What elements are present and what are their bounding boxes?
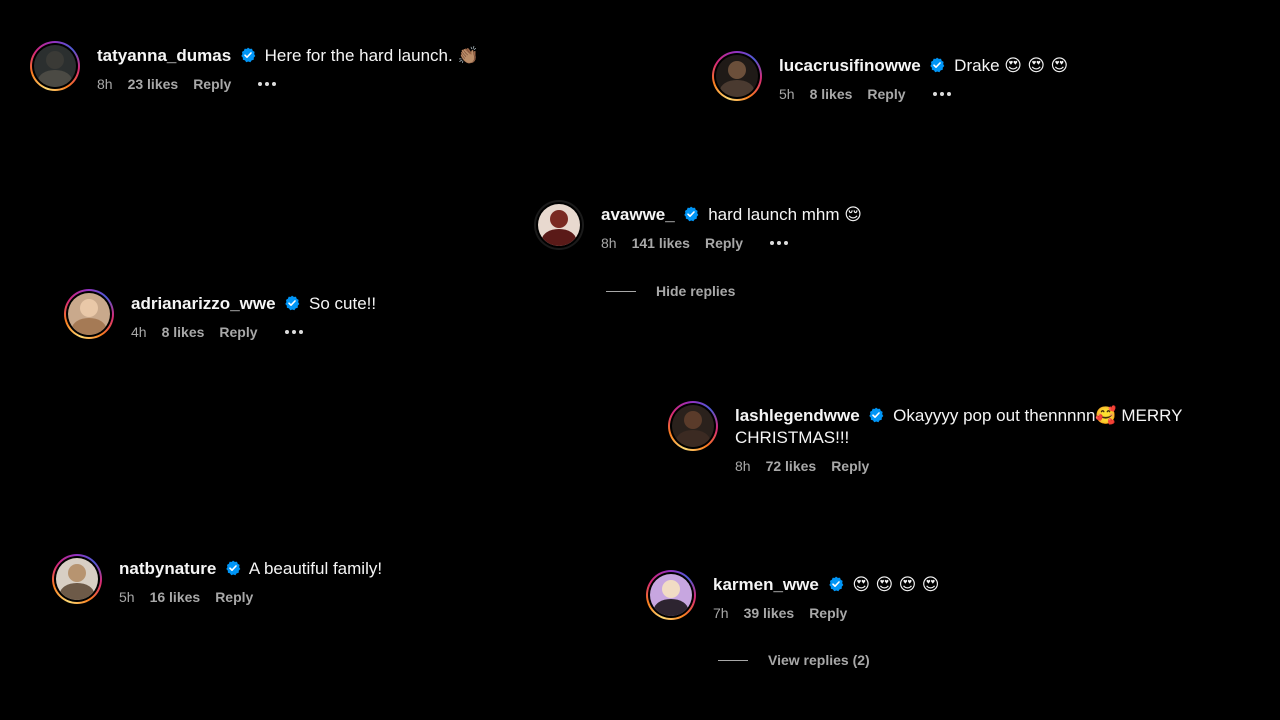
comment-time: 7h xyxy=(713,605,729,621)
verified-badge-icon xyxy=(869,407,884,423)
verified-badge-icon xyxy=(285,295,300,311)
comment-username[interactable]: tatyanna_dumas xyxy=(97,46,231,65)
likes-count[interactable]: 16 likes xyxy=(150,589,201,605)
comment-text: Here for the hard launch. xyxy=(264,46,453,65)
comment-avawwe: avawwe_ hard launch mhm 😌 8h 141 likes R… xyxy=(534,200,862,251)
view-replies-label: View replies (2) xyxy=(768,652,870,668)
more-options-icon[interactable] xyxy=(770,241,789,245)
verified-badge-icon xyxy=(684,206,699,222)
likes-count[interactable]: 8 likes xyxy=(810,86,853,102)
comment-text: A beautiful family! xyxy=(248,559,383,578)
avatar[interactable] xyxy=(646,570,696,620)
reply-button[interactable]: Reply xyxy=(215,589,253,605)
comment-time: 8h xyxy=(601,235,617,251)
verified-badge-icon xyxy=(226,560,241,576)
comments-canvas: tatyanna_dumas Here for the hard launch.… xyxy=(0,0,1280,720)
comment-text: Okayyyy pop out thennnnn xyxy=(893,406,1096,425)
comment-tatyanna-dumas: tatyanna_dumas Here for the hard launch.… xyxy=(30,41,479,92)
verified-badge-icon xyxy=(828,576,843,592)
comment-lashlegendwwe: lashlegendwwe Okayyyy pop out thennnnn🥰 … xyxy=(668,401,1205,474)
reply-button[interactable]: Reply xyxy=(809,605,847,621)
comment-adrianarizzo-wwe: adrianarizzo_wwe So cute!! 4h 8 likes Re… xyxy=(64,289,376,340)
avatar[interactable] xyxy=(712,51,762,101)
avatar[interactable] xyxy=(64,289,114,339)
comment-lucacrusifinowwe: lucacrusifinowwe Drake 😍 😍 😍 5h 8 likes … xyxy=(712,51,1068,102)
more-options-icon[interactable] xyxy=(932,92,951,96)
verified-badge-icon xyxy=(241,47,256,63)
avatar[interactable] xyxy=(52,554,102,604)
comment-time: 5h xyxy=(779,86,795,102)
comment-username[interactable]: avawwe_ xyxy=(601,205,675,224)
comment-text: Drake xyxy=(954,56,1000,75)
smiling-hearts-emoji: 🥰 xyxy=(1095,406,1117,426)
reply-button[interactable]: Reply xyxy=(867,86,905,102)
comment-text: hard launch mhm xyxy=(708,205,840,224)
view-replies-button[interactable]: View replies (2) xyxy=(718,652,870,668)
likes-count[interactable]: 141 likes xyxy=(632,235,690,251)
comment-time: 8h xyxy=(97,76,113,92)
reply-button[interactable]: Reply xyxy=(705,235,743,251)
comment-username[interactable]: karmen_wwe xyxy=(713,575,819,594)
reply-button[interactable]: Reply xyxy=(219,324,257,340)
comment-username[interactable]: adrianarizzo_wwe xyxy=(131,294,276,313)
avatar[interactable] xyxy=(668,401,718,451)
relieved-emoji: 😌 xyxy=(844,205,863,225)
comment-username[interactable]: natbynature xyxy=(119,559,216,578)
comment-time: 5h xyxy=(119,589,135,605)
comment-text: So cute!! xyxy=(309,294,377,313)
avatar[interactable] xyxy=(30,41,80,91)
hide-replies-button[interactable]: Hide replies xyxy=(606,283,735,299)
comment-username[interactable]: lashlegendwwe xyxy=(735,406,860,425)
more-options-icon[interactable] xyxy=(284,330,303,334)
reply-button[interactable]: Reply xyxy=(831,458,869,474)
more-options-icon[interactable] xyxy=(258,82,277,86)
replies-divider xyxy=(606,290,636,292)
hide-replies-label: Hide replies xyxy=(656,283,736,299)
likes-count[interactable]: 72 likes xyxy=(766,458,817,474)
comment-time: 4h xyxy=(131,324,147,340)
heart-eyes-emoji: 😍 😍 😍 😍 xyxy=(852,575,940,595)
likes-count[interactable]: 23 likes xyxy=(128,76,179,92)
comment-username[interactable]: lucacrusifinowwe xyxy=(779,56,921,75)
comment-karmen-wwe: karmen_wwe 😍 😍 😍 😍 7h 39 likes Reply xyxy=(646,570,939,621)
likes-count[interactable]: 39 likes xyxy=(744,605,795,621)
comment-natbynature: natbynature A beautiful family! 5h 16 li… xyxy=(52,554,382,605)
heart-eyes-emoji: 😍 😍 😍 xyxy=(1004,56,1069,76)
likes-count[interactable]: 8 likes xyxy=(162,324,205,340)
clap-emoji: 👏🏽 xyxy=(457,46,479,66)
comment-time: 8h xyxy=(735,458,751,474)
replies-divider xyxy=(718,659,748,661)
verified-badge-icon xyxy=(930,57,945,73)
avatar[interactable] xyxy=(534,200,584,250)
reply-button[interactable]: Reply xyxy=(193,76,231,92)
